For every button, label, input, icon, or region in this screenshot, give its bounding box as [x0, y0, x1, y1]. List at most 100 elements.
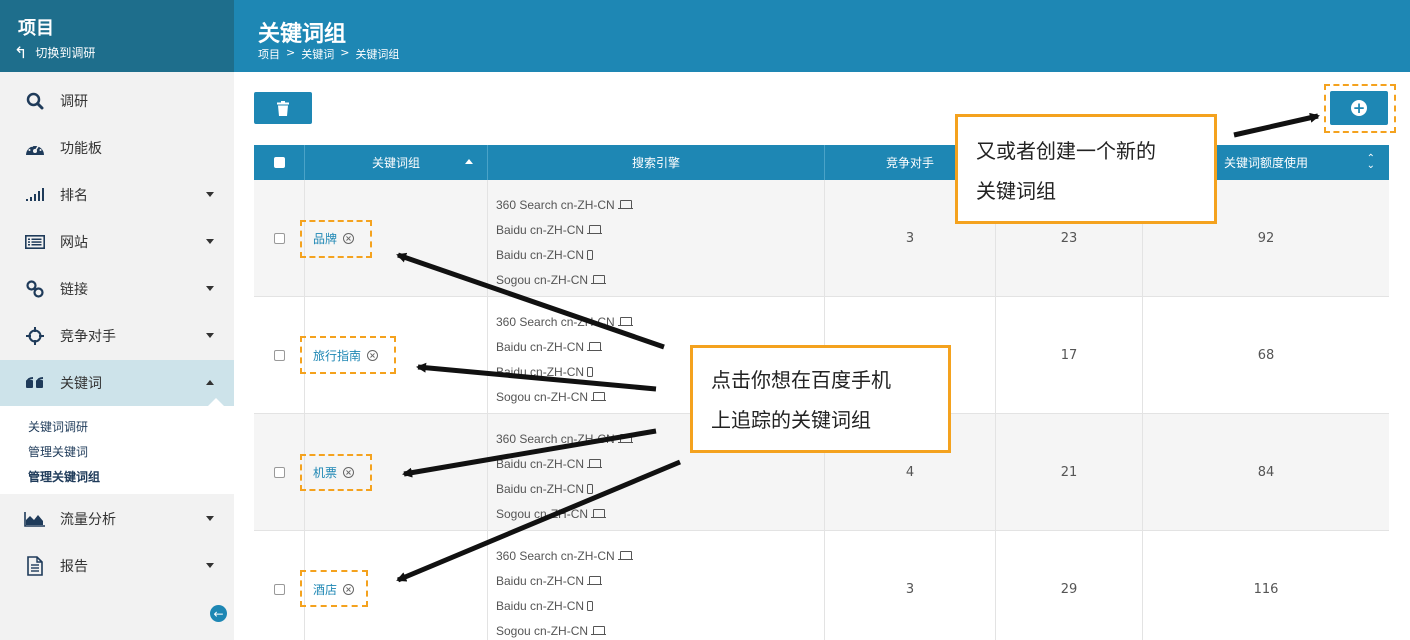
- crosshair-icon: [24, 327, 46, 345]
- chevron-down-icon: [206, 563, 214, 568]
- search-engine-item: 360 Search cn-ZH-CN: [496, 192, 633, 217]
- laptop-icon: [617, 433, 633, 444]
- search-engine-item: Baidu cn-ZH-CN: [496, 334, 603, 359]
- laptop-icon: [617, 316, 633, 327]
- arrow-to-add-button: [1233, 112, 1320, 138]
- sort-asc-icon: [465, 159, 473, 164]
- laptop-icon: [591, 391, 607, 402]
- submenu-manage-keyword-groups[interactable]: 管理关键词组: [28, 468, 100, 485]
- table-header: 关键词组 搜索引擎 竞争对手 关键词额度使用 ⌃ ⌄: [254, 145, 1389, 180]
- sidebar-item-links[interactable]: 链接: [0, 266, 234, 312]
- phone-icon: [587, 483, 594, 494]
- phone-icon: [587, 600, 594, 611]
- laptop-icon: [591, 274, 607, 285]
- dashboard-icon: [24, 140, 46, 156]
- sidebar-item-label: 调研: [60, 94, 88, 110]
- row-checkbox[interactable]: [273, 350, 285, 361]
- sidebar-item-dashboard[interactable]: 功能板: [0, 125, 234, 171]
- search-engine-name: Sogou cn-ZH-CN: [496, 623, 589, 638]
- search-engine-item: Sogou cn-ZH-CN: [496, 618, 607, 640]
- delete-button[interactable]: [254, 92, 312, 124]
- row-checkbox[interactable]: [273, 233, 285, 244]
- breadcrumb-keyword-groups: 关键词组: [355, 48, 400, 61]
- trash-icon: [277, 100, 289, 116]
- laptop-icon: [591, 625, 607, 636]
- table-row: 品牌 × 360 Search cn-ZH-CN Baidu cn-ZH-CN Baid…: [254, 180, 1389, 297]
- search-engine-name: Sogou cn-ZH-CN: [496, 506, 589, 521]
- sidebar-item-label: 报告: [60, 559, 88, 575]
- active-pointer: [208, 398, 224, 406]
- phone-icon: [587, 249, 594, 260]
- sidebar-item-label: 关键词: [60, 376, 102, 392]
- switch-to-research-link[interactable]: ↰ 切换到调研: [14, 44, 95, 61]
- breadcrumb-project[interactable]: 项目: [258, 46, 280, 62]
- search-engine-name: 360 Search cn-ZH-CN: [496, 548, 615, 563]
- laptop-icon: [617, 199, 633, 210]
- callout-click-group: 点击你想在百度手机 上追踪的关键词组: [690, 345, 951, 453]
- row-select-cell: [254, 531, 305, 640]
- sidebar-item-label: 竞争对手: [60, 329, 116, 345]
- search-engine-name: 360 Search cn-ZH-CN: [496, 314, 615, 329]
- sidebar-item-traffic[interactable]: 流量分析: [0, 496, 234, 542]
- project-title: 项目: [18, 18, 54, 39]
- header-select-all[interactable]: [254, 145, 305, 180]
- row-checkbox[interactable]: [273, 467, 285, 478]
- keywords-submenu: 关键词调研 管理关键词 管理关键词组: [0, 406, 234, 494]
- phone-icon: [587, 366, 594, 377]
- column-header-engines: 搜索引擎: [488, 145, 825, 180]
- signal-icon: [24, 188, 46, 202]
- chevron-down-icon: [206, 333, 214, 338]
- row-select-cell: [254, 180, 305, 297]
- sidebar-item-competitors[interactable]: 竞争对手: [0, 313, 234, 359]
- submenu-manage-keywords[interactable]: 管理关键词: [28, 443, 88, 460]
- search-engine-name: Sogou cn-ZH-CN: [496, 272, 589, 287]
- breadcrumb-keywords[interactable]: 关键词: [301, 46, 334, 62]
- sidebar-item-keywords[interactable]: 关键词: [0, 360, 234, 406]
- search-engine-item: Baidu cn-ZH-CN: [496, 242, 594, 267]
- search-engine-item: Sogou cn-ZH-CN: [496, 501, 607, 526]
- search-engine-item: Baidu cn-ZH-CN: [496, 568, 603, 593]
- search-engine-item: 360 Search cn-ZH-CN: [496, 309, 633, 334]
- highlight-add-button: [1324, 84, 1396, 133]
- laptop-icon: [591, 508, 607, 519]
- chevron-down-icon: [206, 192, 214, 197]
- chevron-down-icon: [206, 516, 214, 521]
- callout-create-group: 又或者创建一个新的 关键词组: [955, 114, 1217, 224]
- list-icon: [24, 235, 46, 249]
- laptop-icon: [617, 550, 633, 561]
- search-engine-name: Baidu cn-ZH-CN: [496, 339, 585, 354]
- sidebar-item-research[interactable]: 调研: [0, 78, 234, 124]
- sort-icon: ⌃ ⌄: [1366, 153, 1375, 171]
- submenu-keyword-research[interactable]: 关键词调研: [28, 418, 88, 435]
- sidebar: 项目 ↰ 切换到调研 调研 功能板 排名 网站 链接 竞争对手 关键词 关键词调…: [0, 0, 234, 640]
- sidebar-item-label: 流量分析: [60, 512, 116, 528]
- collapse-sidebar-icon[interactable]: ←: [210, 605, 227, 622]
- link-icon: [24, 280, 46, 298]
- sidebar-item-sites[interactable]: 网站: [0, 219, 234, 265]
- page-title: 关键词组: [258, 22, 347, 47]
- search-engine-name: 360 Search cn-ZH-CN: [496, 197, 615, 212]
- search-engine-item: Baidu cn-ZH-CN: [496, 451, 603, 476]
- search-engine-name: Sogou cn-ZH-CN: [496, 389, 589, 404]
- laptop-icon: [587, 224, 603, 235]
- select-all-checkbox[interactable]: [273, 157, 285, 168]
- search-engine-name: Baidu cn-ZH-CN: [496, 364, 585, 379]
- sidebar-item-reports[interactable]: 报告: [0, 543, 234, 589]
- row-select-cell: [254, 414, 305, 531]
- column-header-group[interactable]: 关键词组: [305, 145, 488, 180]
- sidebar-header: 项目 ↰ 切换到调研: [0, 0, 234, 72]
- laptop-icon: [587, 341, 603, 352]
- search-engine-name: Baidu cn-ZH-CN: [496, 598, 585, 613]
- breadcrumb-separator: >: [286, 46, 296, 59]
- search-engine-item: Sogou cn-ZH-CN: [496, 267, 607, 292]
- highlight-hotel: [300, 570, 368, 607]
- search-engine-name: Baidu cn-ZH-CN: [496, 247, 585, 262]
- chevron-up-icon: [206, 380, 214, 385]
- keywords-count-cell: 29: [996, 531, 1143, 640]
- sidebar-item-rankings[interactable]: 排名: [0, 172, 234, 218]
- competitors-cell: 3: [825, 531, 996, 640]
- search-engine-item: Sogou cn-ZH-CN: [496, 384, 607, 409]
- search-engine-item: Baidu cn-ZH-CN: [496, 359, 594, 384]
- quota-usage-cell: 116: [1253, 582, 1279, 597]
- row-checkbox[interactable]: [273, 584, 285, 595]
